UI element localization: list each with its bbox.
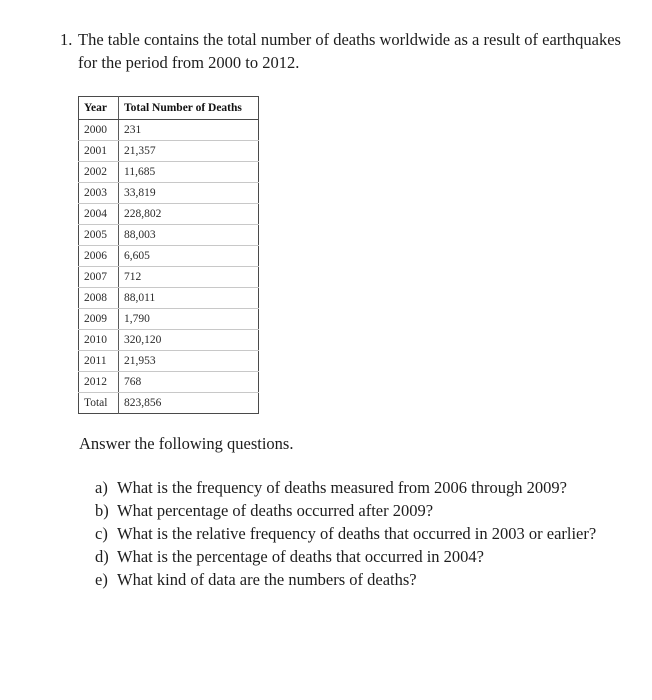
earthquake-deaths-table: Year Total Number of Deaths 2000 231 2001 2…	[78, 96, 259, 414]
cell-year: 2004	[78, 203, 119, 225]
cell-year: 2000	[78, 119, 119, 141]
cell-total-deaths: 6,605	[118, 245, 259, 267]
question-item: b) What percentage of deaths occurred aft…	[95, 499, 615, 522]
table-row: 2009 1,790	[78, 308, 259, 330]
cell-year: 2003	[78, 182, 119, 204]
cell-total-deaths: 21,953	[118, 350, 259, 372]
question-label: b)	[95, 501, 109, 520]
table-row: 2008 88,011	[78, 287, 259, 309]
cell-year: 2009	[78, 308, 119, 330]
table-row: 2007 712	[78, 266, 259, 288]
cell-year: 2006	[78, 245, 119, 267]
cell-total-deaths: 320,120	[118, 329, 259, 351]
question-text: What percentage of deaths occurred after…	[117, 501, 434, 520]
problem-text: The table contains the total number of d…	[78, 30, 621, 72]
question-list: a) What is the frequency of deaths measur…	[95, 476, 615, 591]
cell-total-deaths: 823,856	[124, 396, 162, 409]
table-row: 2003 33,819	[78, 182, 259, 204]
cell-total-deaths: 11,685	[118, 161, 259, 183]
table-header-row: Year Total Number of Deaths	[78, 96, 259, 120]
earthquake-deaths-table-container: Year Total Number of Deaths 2000 231 2001 2…	[78, 96, 259, 414]
table-row: 2012 768	[78, 371, 259, 393]
question-label: e)	[95, 570, 108, 589]
cell-year: 2012	[78, 371, 119, 393]
table-row: Total 823,856	[78, 392, 259, 414]
cell-year: 2002	[78, 161, 119, 183]
table-row: 2000 231	[78, 119, 259, 141]
cell-year: 2007	[78, 266, 119, 288]
table-header: Year Total Number of Deaths	[78, 96, 259, 120]
cell-year: 2008	[78, 287, 119, 309]
cell-year: Total	[78, 392, 119, 414]
cell-year: 2005	[78, 224, 119, 246]
column-header-total-deaths: Total Number of Deaths	[118, 96, 259, 120]
cell-total-deaths: 1,790	[118, 308, 259, 330]
table-row: 2005 88,003	[78, 224, 259, 246]
table-row: 2001 21,357	[78, 140, 259, 162]
cell-year: 2010	[78, 329, 119, 351]
question-label: c)	[95, 524, 108, 543]
table-row: 2004 228,802	[78, 203, 259, 225]
table-row: 2002 11,685	[78, 161, 259, 183]
table-row: 2010 320,120	[78, 329, 259, 351]
question-label: d)	[95, 547, 109, 566]
cell-total-deaths: 768	[118, 371, 259, 393]
question-item: c) What is the relative frequency of deat…	[95, 522, 615, 545]
problem-statement: 1. The table contains the total number o…	[60, 28, 622, 74]
question-text: What is the percentage of deaths that oc…	[117, 547, 484, 566]
answer-prompt: Answer the following questions.	[79, 434, 294, 453]
question-item: d) What is the percentage of deaths that …	[95, 545, 615, 568]
cell-total-deaths: 33,819	[118, 182, 259, 204]
table-row: 2011 21,953	[78, 350, 259, 372]
question-label: a)	[95, 478, 108, 497]
document-page: 1. The table contains the total number o…	[0, 0, 652, 700]
question-text: What kind of data are the numbers of dea…	[117, 570, 417, 589]
cell-total-deaths: 712	[118, 266, 259, 288]
table-row: 2006 6,605	[78, 245, 259, 267]
cell-total-deaths: 88,003	[118, 224, 259, 246]
question-item: e) What kind of data are the numbers of d…	[95, 568, 615, 591]
cell-year: 2001	[78, 140, 119, 162]
question-text: What is the frequency of deaths measured…	[117, 478, 567, 497]
cell-total-deaths: 228,802	[118, 203, 259, 225]
problem-number: 1.	[60, 30, 73, 49]
cell-total-deaths: 231	[118, 119, 259, 141]
question-text: What is the relative frequency of deaths…	[117, 524, 597, 543]
question-item: a) What is the frequency of deaths measur…	[95, 476, 615, 499]
column-header-year: Year	[78, 96, 119, 120]
cell-total-deaths: 88,011	[118, 287, 259, 309]
cell-total-deaths: 21,357	[118, 140, 259, 162]
cell-year: 2011	[78, 350, 119, 372]
table-body: 2000 231 2001 21,357 2002 11,685 2003 33,819 200…	[78, 119, 259, 414]
